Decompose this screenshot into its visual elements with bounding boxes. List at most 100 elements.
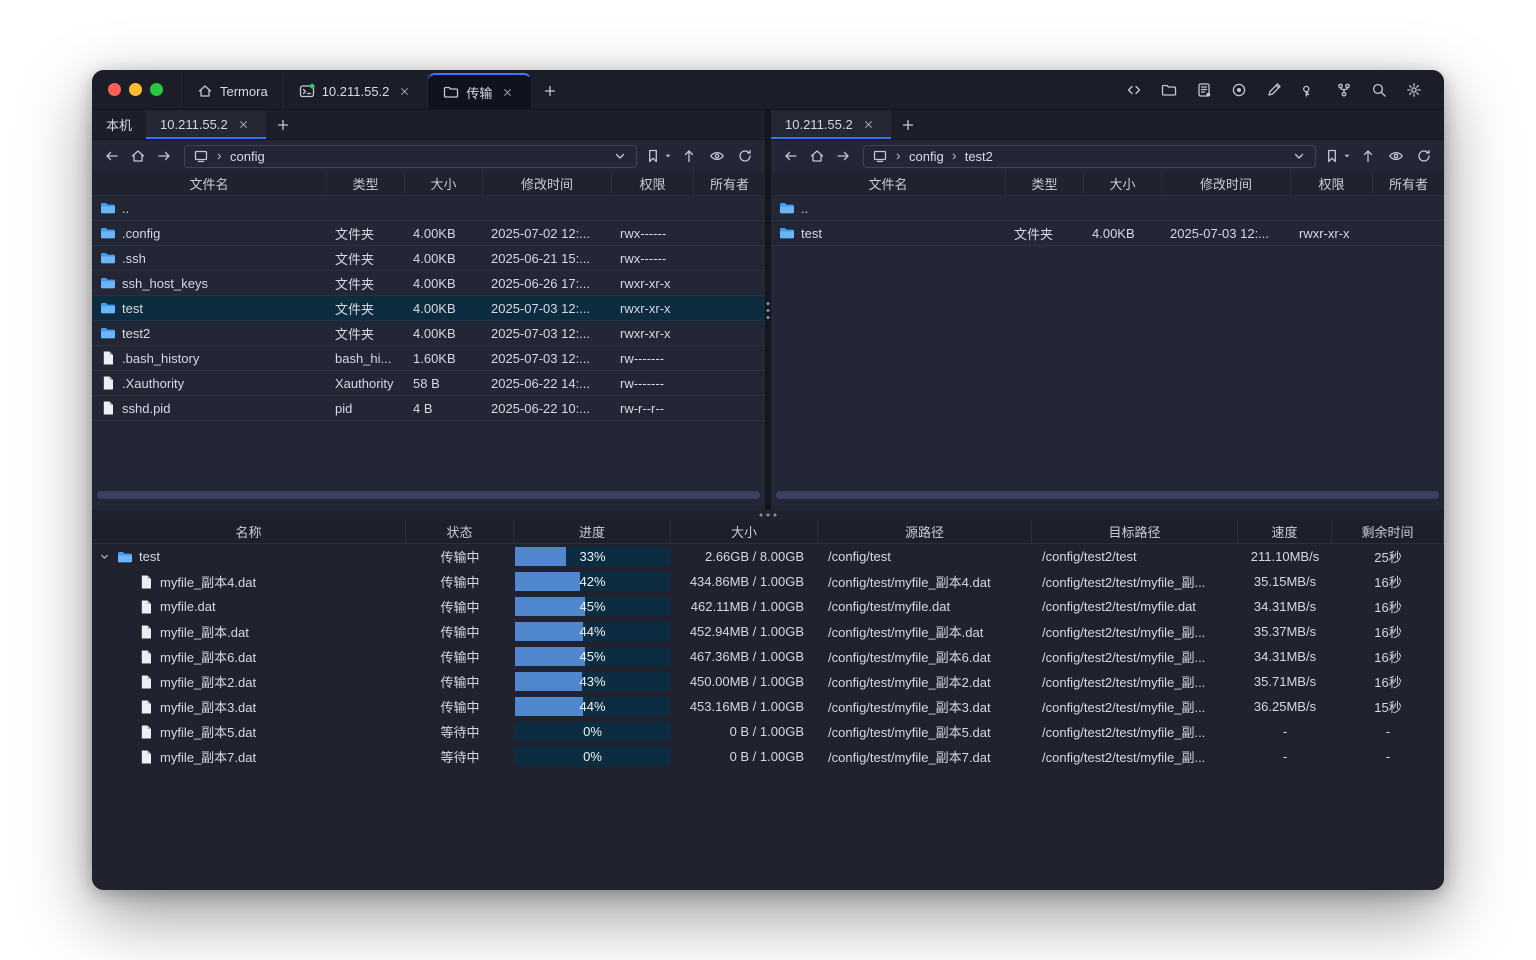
transfer-row[interactable]: myfile_副本.dat传输中44%452.94MB / 1.00GB/con… bbox=[92, 619, 1444, 644]
log-button[interactable] bbox=[1192, 78, 1216, 102]
file-row[interactable]: .config文件夹4.00KB2025-07-02 12:...rwx----… bbox=[92, 221, 765, 246]
show-hidden-button[interactable] bbox=[1384, 144, 1408, 168]
back-button[interactable] bbox=[100, 144, 124, 168]
column-header[interactable]: 权限 bbox=[612, 172, 694, 195]
path-breadcrumb[interactable]: config bbox=[184, 145, 637, 168]
bookmark-button[interactable] bbox=[645, 144, 673, 168]
transfer-row[interactable]: myfile_副本7.dat等待中0%0 B / 1.00GB/config/t… bbox=[92, 744, 1444, 769]
up-button[interactable] bbox=[1356, 144, 1380, 168]
close-tab-icon[interactable] bbox=[396, 83, 412, 99]
column-header[interactable]: 修改时间 bbox=[483, 172, 612, 195]
column-header[interactable]: 类型 bbox=[327, 172, 405, 195]
column-header[interactable]: 状态 bbox=[406, 520, 514, 543]
transfer-row[interactable]: test传输中33%2.66GB / 8.00GB/config/test/co… bbox=[92, 544, 1444, 569]
record-button[interactable] bbox=[1227, 78, 1251, 102]
minimize-window-button[interactable] bbox=[129, 83, 142, 96]
title-tab[interactable]: 传输 bbox=[428, 73, 531, 109]
file-size: 4.00KB bbox=[405, 276, 483, 291]
column-header[interactable]: 大小 bbox=[671, 520, 818, 543]
close-tab-icon[interactable] bbox=[499, 84, 515, 100]
file-row[interactable]: sshd.pidpid4 B2025-06-22 10:...rw-r--r-- bbox=[92, 396, 765, 421]
zoom-window-button[interactable] bbox=[150, 83, 163, 96]
column-header[interactable]: 所有者 bbox=[1373, 172, 1444, 195]
close-tab-icon[interactable] bbox=[861, 117, 877, 133]
forward-button[interactable] bbox=[152, 144, 176, 168]
transfer-row[interactable]: myfile_副本4.dat传输中42%434.86MB / 1.00GB/co… bbox=[92, 569, 1444, 594]
column-header[interactable]: 速度 bbox=[1238, 520, 1332, 543]
column-header[interactable]: 所有者 bbox=[694, 172, 765, 195]
column-header[interactable]: 权限 bbox=[1291, 172, 1373, 195]
branch-button[interactable] bbox=[1332, 78, 1356, 102]
chevron-down-icon[interactable] bbox=[612, 148, 628, 164]
folder-button[interactable] bbox=[1157, 78, 1181, 102]
column-header[interactable]: 文件名 bbox=[92, 172, 327, 195]
file-row[interactable]: .bash_historybash_hi...1.60KB2025-07-03 … bbox=[92, 346, 765, 371]
breadcrumb-part[interactable]: config bbox=[909, 149, 944, 164]
column-header[interactable]: 类型 bbox=[1006, 172, 1084, 195]
forward-button[interactable] bbox=[831, 144, 855, 168]
file-type-value: 文件夹 bbox=[335, 299, 374, 318]
file-name: test2 bbox=[122, 326, 150, 341]
column-header[interactable]: 名称 bbox=[92, 520, 406, 543]
refresh-button[interactable] bbox=[733, 144, 757, 168]
breadcrumb-separator-icon bbox=[949, 151, 960, 162]
transfer-row[interactable]: myfile_副本6.dat传输中45%467.36MB / 1.00GB/co… bbox=[92, 644, 1444, 669]
column-header[interactable]: 大小 bbox=[405, 172, 483, 195]
close-window-button[interactable] bbox=[108, 83, 121, 96]
column-header[interactable]: 目标路径 bbox=[1032, 520, 1238, 543]
breadcrumb-part[interactable]: config bbox=[230, 149, 265, 164]
file-row[interactable]: .XauthorityXauthority58 B2025-06-22 14:.… bbox=[92, 371, 765, 396]
home-button[interactable] bbox=[126, 144, 150, 168]
transfer-panel: 名称状态进度大小源路径目标路径速度剩余时间test传输中33%2.66GB / … bbox=[92, 520, 1444, 890]
column-header[interactable]: 大小 bbox=[1084, 172, 1162, 195]
file-row[interactable]: test文件夹4.00KB2025-07-03 12:...rwxr-xr-x bbox=[771, 221, 1444, 246]
close-tab-icon[interactable] bbox=[236, 117, 252, 133]
title-tab[interactable]: Termora bbox=[181, 73, 284, 109]
key-button[interactable] bbox=[1297, 78, 1321, 102]
transfer-name-cell: myfile_副本7.dat bbox=[92, 747, 406, 766]
show-hidden-button[interactable] bbox=[705, 144, 729, 168]
panel-tab[interactable]: 10.211.55.2 bbox=[146, 110, 266, 139]
file-row[interactable]: .. bbox=[771, 196, 1444, 221]
bookmark-button[interactable] bbox=[1324, 144, 1352, 168]
progress-text: 0% bbox=[514, 719, 671, 744]
up-button[interactable] bbox=[677, 144, 701, 168]
settings-button[interactable] bbox=[1402, 78, 1426, 102]
panel-tab[interactable]: 本机 bbox=[92, 110, 146, 139]
column-header[interactable]: 源路径 bbox=[818, 520, 1032, 543]
back-button[interactable] bbox=[779, 144, 803, 168]
code-button[interactable] bbox=[1122, 78, 1146, 102]
breadcrumb-part[interactable]: test2 bbox=[965, 149, 993, 164]
column-header[interactable]: 修改时间 bbox=[1162, 172, 1291, 195]
transfer-panel-splitter[interactable] bbox=[92, 510, 1444, 520]
chevron-down-icon[interactable] bbox=[1291, 148, 1307, 164]
horizontal-scrollbar[interactable] bbox=[97, 491, 760, 499]
search-button[interactable] bbox=[1367, 78, 1391, 102]
column-header[interactable]: 文件名 bbox=[771, 172, 1006, 195]
title-tab[interactable]: 10.211.55.2 bbox=[284, 73, 429, 109]
panel-tab[interactable]: 10.211.55.2 bbox=[771, 110, 891, 139]
refresh-button[interactable] bbox=[1412, 144, 1436, 168]
chevron-down-icon[interactable] bbox=[98, 550, 111, 563]
file-row[interactable]: test文件夹4.00KB2025-07-03 12:...rwxr-xr-x bbox=[92, 296, 765, 321]
horizontal-scrollbar[interactable] bbox=[776, 491, 1439, 499]
file-row[interactable]: ssh_host_keys文件夹4.00KB2025-06-26 17:...r… bbox=[92, 271, 765, 296]
column-header[interactable]: 进度 bbox=[514, 520, 671, 543]
edit-button[interactable] bbox=[1262, 78, 1286, 102]
column-header[interactable]: 剩余时间 bbox=[1332, 520, 1444, 543]
file-name-cell: .config bbox=[92, 225, 327, 241]
path-breadcrumb[interactable]: config test2 bbox=[863, 145, 1316, 168]
new-panel-tab-button[interactable] bbox=[891, 110, 925, 139]
transfer-row[interactable]: myfile_副本3.dat传输中44%453.16MB / 1.00GB/co… bbox=[92, 694, 1444, 719]
transfer-row[interactable]: myfile_副本5.dat等待中0%0 B / 1.00GB/config/t… bbox=[92, 719, 1444, 744]
transfer-row[interactable]: myfile.dat传输中45%462.11MB / 1.00GB/config… bbox=[92, 594, 1444, 619]
file-row[interactable]: .ssh文件夹4.00KB2025-06-21 15:...rwx------ bbox=[92, 246, 765, 271]
new-panel-tab-button[interactable] bbox=[266, 110, 300, 139]
transfer-row[interactable]: myfile_副本2.dat传输中43%450.00MB / 1.00GB/co… bbox=[92, 669, 1444, 694]
transfer-name: myfile_副本.dat bbox=[160, 622, 249, 641]
home-button[interactable] bbox=[805, 144, 829, 168]
file-row[interactable]: .. bbox=[92, 196, 765, 221]
file-row[interactable]: test2文件夹4.00KB2025-07-03 12:...rwxr-xr-x bbox=[92, 321, 765, 346]
new-tab-button[interactable] bbox=[531, 73, 569, 109]
transfer-speed: 34.31MB/s bbox=[1238, 649, 1332, 664]
